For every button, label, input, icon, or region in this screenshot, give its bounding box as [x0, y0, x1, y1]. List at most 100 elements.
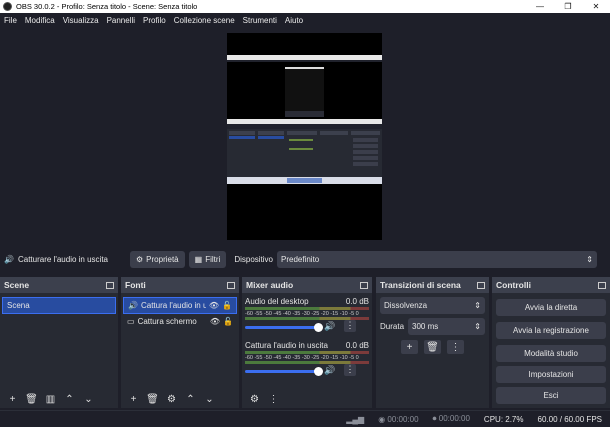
mixer-header: Mixer audio: [242, 277, 372, 293]
transitions-dock: Transizioni di scena Dissolvenza ⇕ Durat…: [376, 277, 489, 408]
controls-dock: Controlli Avvia la diretta Avvia la regi…: [492, 277, 610, 408]
undock-icon[interactable]: [106, 281, 114, 289]
remove-transition-button[interactable]: 🗑: [424, 340, 441, 354]
meter-scale: -60 -55 -50 -45 -40 -35 -30 -25 -20 -15 …: [245, 355, 359, 361]
remove-source-button[interactable]: 🗑: [144, 392, 161, 406]
filters-label: Filtri: [205, 255, 221, 264]
source-toolbar: 🔊 Catturare l'audio in uscita ⚙ Propriet…: [0, 248, 610, 271]
add-scene-button[interactable]: +: [4, 392, 21, 406]
undock-icon[interactable]: [598, 281, 606, 289]
properties-label: Proprietà: [146, 255, 179, 264]
menu-collezione-scene[interactable]: Collezione scene: [170, 16, 239, 25]
move-up-button[interactable]: ⌃: [61, 392, 78, 406]
scenes-dock: Scene Scena + 🗑 ▥ ⌃ ⌄: [0, 277, 118, 408]
preview-thumbnail: [227, 33, 382, 240]
menu-file[interactable]: File: [0, 16, 21, 25]
duration-value: 300 ms: [412, 322, 439, 331]
add-source-button[interactable]: +: [125, 392, 142, 406]
menu-profilo[interactable]: Profilo: [139, 16, 170, 25]
speaker-icon: 🔊: [128, 301, 138, 310]
mixer-track: Cattura l'audio in uscita 0.0 dB -60 -55…: [242, 337, 372, 381]
transition-select[interactable]: Dissolvenza ⇕: [380, 297, 485, 314]
add-transition-button[interactable]: +: [401, 340, 418, 354]
scenes-list: Scena: [0, 293, 118, 314]
track-name: Cattura l'audio in uscita: [245, 341, 328, 350]
studio-mode-button[interactable]: Modalità studio: [496, 345, 606, 362]
menu-visualizza[interactable]: Visualizza: [59, 16, 103, 25]
eye-icon[interactable]: 👁: [209, 301, 219, 310]
volume-meter: [245, 351, 369, 354]
device-select[interactable]: Predefinito ⇕: [277, 251, 597, 268]
eye-icon[interactable]: 👁: [210, 317, 220, 326]
menu-aiuto[interactable]: Aiuto: [281, 16, 307, 25]
window-title: OBS 30.0.2 - Profilo: Senza titolo - Sce…: [16, 2, 198, 11]
sources-header: Fonti: [121, 277, 239, 293]
source-properties-button[interactable]: ⚙: [163, 392, 180, 406]
volume-slider[interactable]: [245, 323, 323, 332]
volume-meter: [245, 307, 369, 310]
source-item[interactable]: 🔊 Cattura l'audio in uscita 👁 🔓: [123, 297, 237, 314]
status-bar: ▂▄▆ ◉ 00:00:00 ⏺ 00:00:00 CPU: 2.7% 60.0…: [0, 410, 610, 427]
signal-icon: ▂▄▆: [346, 414, 365, 424]
scene-filters-button[interactable]: ▥: [42, 392, 59, 406]
mixer-dock: Mixer audio Audio del desktop 0.0 dB -60…: [242, 277, 372, 408]
device-value: Predefinito: [281, 255, 320, 264]
lock-icon[interactable]: 🔓: [223, 317, 233, 326]
gear-icon: ⚙: [136, 255, 144, 264]
mixer-menu-button[interactable]: ⋮: [265, 392, 282, 406]
sources-list: 🔊 Cattura l'audio in uscita 👁 🔓 ▭ Cattur…: [121, 293, 239, 329]
duration-row: Durata 300 ms ⇕: [380, 318, 485, 335]
undock-icon[interactable]: [477, 281, 485, 289]
filters-button[interactable]: ▦ Filtri: [188, 251, 227, 268]
menu-modifica[interactable]: Modifica: [21, 16, 59, 25]
close-button[interactable]: ✕: [582, 2, 610, 11]
selected-source-label: Catturare l'audio in uscita: [17, 255, 108, 264]
maximize-button[interactable]: ❐: [554, 2, 582, 11]
more-options-icon[interactable]: ⋮: [344, 320, 356, 332]
menu-strumenti[interactable]: Strumenti: [239, 16, 281, 25]
controls-title: Controlli: [496, 280, 531, 290]
selected-source: 🔊 Catturare l'audio in uscita: [4, 255, 122, 264]
move-up-button[interactable]: ⌃: [182, 392, 199, 406]
move-down-button[interactable]: ⌄: [80, 392, 97, 406]
exit-button[interactable]: Esci: [496, 387, 606, 404]
volume-slider[interactable]: [245, 367, 323, 376]
advanced-audio-button[interactable]: ⚙: [246, 392, 263, 406]
move-down-button[interactable]: ⌄: [201, 392, 218, 406]
speaker-icon[interactable]: 🔊: [324, 365, 335, 376]
record-status: ⏺ 00:00:00: [433, 414, 470, 424]
track-name: Audio del desktop: [245, 297, 309, 306]
scenes-toolbar: + 🗑 ▥ ⌃ ⌄: [0, 390, 118, 408]
filter-icon: ▦: [194, 255, 203, 264]
scene-item[interactable]: Scena: [2, 297, 116, 314]
menu-bar: File Modifica Visualizza Pannelli Profil…: [0, 13, 610, 28]
speaker-icon[interactable]: 🔊: [324, 321, 335, 332]
undock-icon[interactable]: [360, 281, 368, 289]
obs-logo-icon: [3, 2, 12, 11]
menu-pannelli[interactable]: Pannelli: [103, 16, 139, 25]
mixer-toolbar: ⚙ ⋮: [242, 390, 372, 408]
settings-button[interactable]: Impostazioni: [496, 366, 606, 383]
controls-header: Controlli: [492, 277, 610, 293]
source-item-label: Cattura schermo: [137, 317, 197, 326]
scenes-title: Scene: [4, 280, 30, 290]
fps-readout: 60.00 / 60.00 FPS: [537, 414, 603, 424]
preview-canvas[interactable]: [227, 33, 382, 240]
more-options-icon[interactable]: ⋮: [344, 364, 356, 376]
source-item[interactable]: ▭ Cattura schermo 👁 🔓: [123, 314, 237, 329]
stream-time: 00:00:00: [387, 414, 419, 424]
record-icon: ⏺: [432, 414, 437, 423]
undock-icon[interactable]: [227, 281, 235, 289]
stream-icon: ◉: [378, 414, 386, 424]
sources-title: Fonti: [125, 280, 146, 290]
start-streaming-button[interactable]: Avvia la diretta: [496, 299, 606, 316]
duration-spinbox[interactable]: 300 ms ⇕: [408, 318, 485, 335]
lock-icon[interactable]: 🔓: [222, 301, 232, 310]
remove-scene-button[interactable]: 🗑: [23, 392, 40, 406]
sources-dock: Fonti 🔊 Cattura l'audio in uscita 👁 🔓 ▭ …: [121, 277, 239, 408]
stream-status: ◉ 00:00:00: [378, 415, 418, 424]
transition-menu-button[interactable]: ⋮: [447, 340, 464, 354]
properties-button[interactable]: ⚙ Proprietà: [130, 251, 185, 268]
minimize-button[interactable]: —: [526, 2, 554, 11]
start-recording-button[interactable]: Avvia la registrazione: [496, 322, 606, 339]
